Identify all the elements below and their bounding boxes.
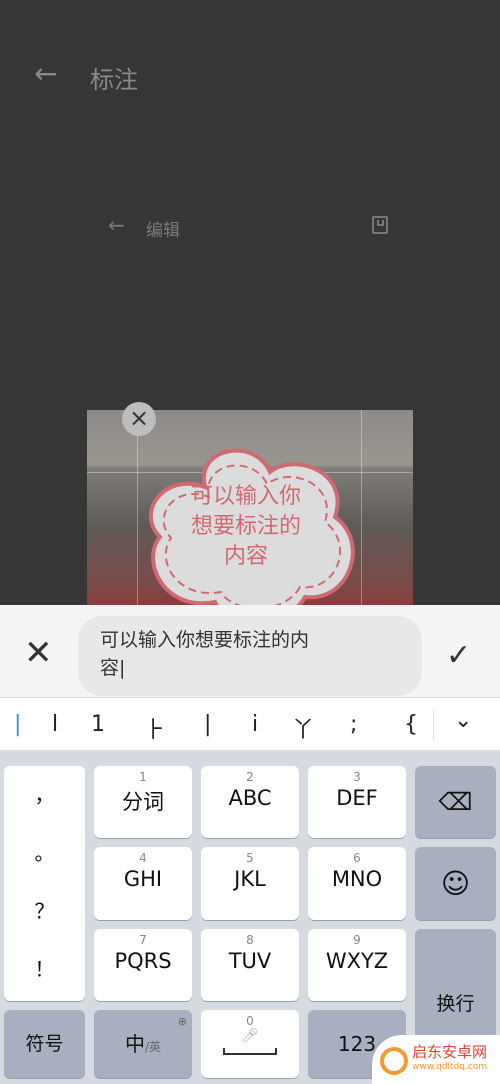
key-9[interactable]: 9 WXYZ [308, 929, 406, 1001]
watermark-logo: 启东安卓网 www.qdltdq.com [372, 1035, 500, 1084]
cancel-icon[interactable]: ✕ [24, 636, 53, 670]
input-line-1: 可以输入你想要标注的内 [100, 629, 310, 651]
input-line-2: 容 [100, 657, 120, 679]
symbol-label: 符号 [25, 1033, 64, 1055]
candidate[interactable]: ⺊ [144, 712, 166, 744]
remove-annotation-button[interactable]: × [122, 402, 156, 436]
back-icon[interactable]: ← [34, 60, 64, 90]
page-title: 标注 [90, 66, 138, 94]
editor-back-icon[interactable]: ← [108, 213, 125, 237]
editor-title: 编辑 [146, 221, 180, 241]
enter-label: 换行 [436, 993, 475, 1015]
collapse-chevron-icon[interactable]: ⌄ [454, 708, 472, 733]
number-label: 123 [337, 1032, 377, 1056]
space-key[interactable]: 0 🎤︎ [201, 1010, 299, 1078]
language-switch-key[interactable]: 中/英 ⊕ [94, 1010, 192, 1078]
key-period[interactable]: 。 [4, 824, 85, 882]
key-6[interactable]: 6 MNO [308, 847, 406, 920]
save-icon[interactable] [372, 216, 388, 234]
candidate[interactable]: 1 [91, 712, 105, 737]
candidate[interactable]: { [404, 712, 418, 737]
key-4[interactable]: 4 GHI [94, 847, 192, 920]
microphone-icon: 🎤︎ [241, 1028, 259, 1044]
key-5[interactable]: 5 JKL [201, 847, 299, 920]
backspace-icon: ⌫ [438, 788, 473, 816]
candidate[interactable]: 丫 [292, 712, 314, 744]
bubble-text: 可以输入你想要标注的内容 [191, 484, 302, 569]
key-8[interactable]: 8 TUV [201, 929, 299, 1001]
watermark-url: www.qdltdq.com [412, 1062, 488, 1072]
key-comma[interactable]: ， [4, 766, 85, 824]
globe-icon: ⊕ [177, 1015, 187, 1028]
watermark-name: 启东安卓网 [412, 1043, 488, 1061]
key-1[interactable]: 1 分词 [94, 766, 192, 838]
lang-alt: /英 [144, 1040, 162, 1054]
candidate-bar: | l 1 ⺊ | i 丫 ; { ⌄ [0, 697, 500, 750]
key-2[interactable]: 2 ABC [201, 766, 299, 838]
candidate[interactable]: ; [350, 712, 357, 737]
candidate[interactable]: l [52, 712, 58, 737]
candidate[interactable]: i [252, 712, 258, 737]
key-3[interactable]: 3 DEF [308, 766, 406, 838]
key-question[interactable]: ？ [4, 882, 85, 940]
emoji-key[interactable]: ☺ [415, 847, 496, 920]
backspace-key[interactable]: ⌫ [415, 766, 496, 838]
confirm-icon[interactable]: ✓ [446, 638, 471, 673]
punctuation-column[interactable]: ， 。 ？ ！ [4, 766, 85, 1001]
smiley-icon: ☺ [440, 867, 471, 900]
key-exclaim[interactable]: ！ [4, 940, 85, 998]
lang-main: 中 [124, 1032, 145, 1056]
keyboard: ， 。 ？ ！ 1 分词 2 ABC 3 DEF 4 GHI 5 JKL 6 MNO 7 PQ… [0, 750, 500, 1084]
symbol-key[interactable]: 符号 [4, 1010, 85, 1078]
candidate[interactable]: | [14, 712, 21, 737]
annotation-text-input[interactable]: 可以输入你想要标注的内 容| [78, 616, 422, 696]
annotated-image[interactable]: 可以输入你想要标注的内容 [87, 410, 413, 605]
candidate[interactable]: | [204, 712, 211, 737]
